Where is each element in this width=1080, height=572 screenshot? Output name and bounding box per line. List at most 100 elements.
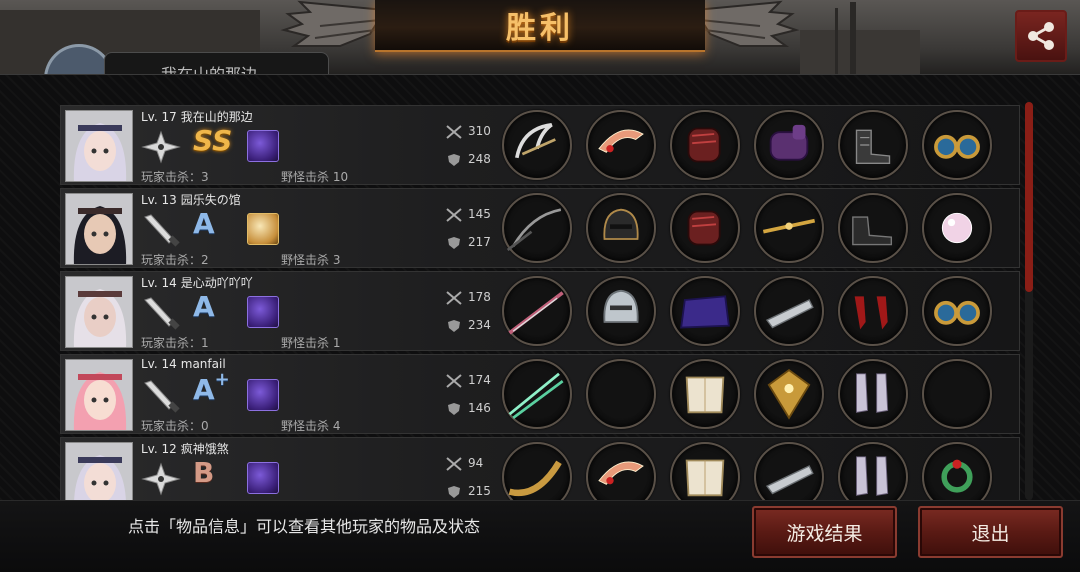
- empty-equipment-slot[interactable]: [586, 359, 656, 429]
- crossed-swords-icon: [446, 124, 462, 139]
- shield-icon: [448, 153, 460, 166]
- knife-icon: [141, 379, 181, 413]
- player-name: 是心动吖吖吖: [180, 276, 253, 290]
- player-row[interactable]: Lv. 17 我在山的那边 SS 玩家击杀：3 野怪击杀 10 310 248: [60, 105, 1020, 185]
- attack-stat: 145: [446, 207, 491, 222]
- equipment-helmet-dark-icon[interactable]: [586, 193, 656, 263]
- equipment-boots-armored-icon[interactable]: [838, 110, 908, 180]
- equipment-gauntlet-red-icon[interactable]: [670, 110, 740, 180]
- equipment-rod-gold-icon[interactable]: [754, 193, 824, 263]
- player-level-name: Lv. 17 我在山的那边: [141, 108, 253, 125]
- player-level: Lv. 12: [141, 442, 177, 456]
- equipment-cloak-blue-icon[interactable]: [670, 276, 740, 346]
- player-level-name: Lv. 14 是心动吖吖吖: [141, 274, 253, 291]
- pet-icon[interactable]: [247, 213, 279, 245]
- monster-kills: 野怪击杀 4: [281, 419, 341, 433]
- avatar[interactable]: [65, 193, 133, 265]
- avatar[interactable]: [65, 359, 133, 431]
- player-kills: 玩家击杀：3: [141, 170, 209, 184]
- exit-button[interactable]: 退出: [918, 506, 1063, 558]
- player-row[interactable]: Lv. 13 园乐失の馆 A 玩家击杀：2 野怪击杀 3 145 217: [60, 188, 1020, 268]
- attack-stat: 310: [446, 124, 491, 139]
- pet-icon[interactable]: [247, 379, 279, 411]
- player-level: Lv. 17: [141, 110, 177, 124]
- monster-kills: 野怪击杀 1: [281, 336, 341, 350]
- player-name: 我在山的那边: [180, 110, 253, 124]
- player-kills: 玩家击杀：1: [141, 336, 209, 350]
- player-row[interactable]: Lv. 14 manfail A+ 玩家击杀：0 野怪击杀 4 174 146: [60, 354, 1020, 434]
- item-info-hint: 点击「物品信息」可以查看其他玩家的物品及状态: [128, 517, 481, 536]
- crossed-swords-icon: [446, 290, 462, 305]
- monster-kills: 野怪击杀 3: [281, 253, 341, 267]
- player-level-name: Lv. 14 manfail: [141, 357, 226, 371]
- right-wing-ornament: [693, 0, 800, 47]
- equipment-scythe-icon[interactable]: [502, 110, 572, 180]
- defense-stat: 215: [446, 484, 491, 499]
- equipment-blades-green-icon[interactable]: [502, 359, 572, 429]
- player-level: Lv. 13: [141, 193, 177, 207]
- pet-icon[interactable]: [247, 130, 279, 162]
- pet-icon[interactable]: [247, 296, 279, 328]
- defense-stat: 217: [446, 235, 491, 250]
- pet-icon[interactable]: [247, 462, 279, 494]
- player-kills: 玩家击杀：0: [141, 419, 209, 433]
- player-kills: 玩家击杀：2: [141, 253, 209, 267]
- crossed-swords-icon: [446, 456, 462, 471]
- equipment-boots-dark-icon[interactable]: [838, 193, 908, 263]
- crossed-swords-icon: [446, 207, 462, 222]
- shuriken-icon: [141, 462, 181, 496]
- avatar[interactable]: [65, 110, 133, 182]
- equipment-earrings-gold-icon[interactable]: [922, 110, 992, 180]
- equipment-shield-gold-icon[interactable]: [754, 359, 824, 429]
- shuriken-icon: [141, 130, 181, 164]
- equipment-earrings-gold-icon[interactable]: [922, 276, 992, 346]
- rank-badge: A: [193, 290, 215, 323]
- equipment-gauntlet-purple-icon[interactable]: [754, 110, 824, 180]
- attack-stat: 178: [446, 290, 491, 305]
- share-icon: [1028, 22, 1054, 50]
- results-panel: Lv. 17 我在山的那边 SS 玩家击杀：3 野怪击杀 10 310 248 L…: [0, 74, 1080, 517]
- defense-stat: 248: [446, 152, 491, 167]
- player-level: Lv. 14: [141, 357, 177, 371]
- game-result-button[interactable]: 游戏结果: [752, 506, 897, 558]
- defense-stat: 234: [446, 318, 491, 333]
- equipment-armor-white-icon[interactable]: [670, 359, 740, 429]
- attack-stat: 94: [446, 456, 483, 471]
- equipment-heels-red-icon[interactable]: [838, 276, 908, 346]
- player-row[interactable]: Lv. 14 是心动吖吖吖 A 玩家击杀：1 野怪击杀 1 178 234: [60, 271, 1020, 351]
- shield-icon: [448, 485, 460, 498]
- crossed-swords-icon: [446, 373, 462, 388]
- equipment-scythe-red-icon[interactable]: [502, 276, 572, 346]
- monster-kills: 野怪击杀 10: [281, 170, 349, 184]
- scrollbar-thumb[interactable]: [1025, 102, 1033, 292]
- equipment-bracer-silver-icon[interactable]: [754, 276, 824, 346]
- rank-badge: A: [193, 207, 215, 240]
- player-name: 园乐失の馆: [180, 193, 241, 207]
- equipment-scythe-dark-icon[interactable]: [502, 193, 572, 263]
- rank-badge: SS: [193, 124, 233, 157]
- player-level: Lv. 14: [141, 276, 177, 290]
- player-level-name: Lv. 13 园乐失の馆: [141, 191, 241, 208]
- rank-badge: B: [193, 456, 215, 489]
- shield-icon: [448, 319, 460, 332]
- knife-icon: [141, 296, 181, 330]
- equipment-pearl-icon[interactable]: [922, 193, 992, 263]
- attack-stat: 174: [446, 373, 491, 388]
- knife-icon: [141, 213, 181, 247]
- player-list[interactable]: Lv. 17 我在山的那边 SS 玩家击杀：3 野怪击杀 10 310 248 L…: [60, 105, 1020, 520]
- equipment-tiara-icon[interactable]: [586, 110, 656, 180]
- empty-equipment-slot[interactable]: [922, 359, 992, 429]
- rank-badge: A+: [193, 369, 230, 406]
- player-name: 疯神饿煞: [180, 442, 229, 456]
- victory-banner: 胜利: [375, 0, 705, 52]
- defense-stat: 146: [446, 401, 491, 416]
- equipment-gauntlet-red-icon[interactable]: [670, 193, 740, 263]
- victory-title: 胜利: [506, 11, 574, 46]
- equipment-helmet-silver-icon[interactable]: [586, 276, 656, 346]
- avatar[interactable]: [65, 276, 133, 348]
- equipment-boots-purple-icon[interactable]: [838, 359, 908, 429]
- shield-icon: [448, 236, 460, 249]
- shield-icon: [448, 402, 460, 415]
- player-level-name: Lv. 12 疯神饿煞: [141, 440, 229, 457]
- share-button[interactable]: [1015, 10, 1067, 62]
